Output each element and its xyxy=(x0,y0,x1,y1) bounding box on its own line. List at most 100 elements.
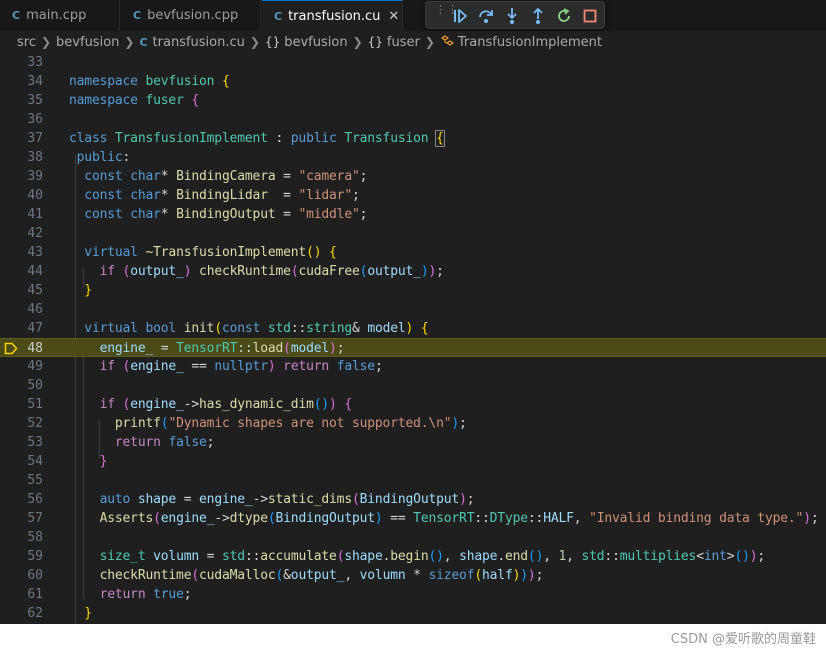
code-line[interactable]: 45 } xyxy=(0,281,826,300)
code-line[interactable]: 60 checkRuntime(cudaMalloc(&output_, vol… xyxy=(0,566,826,585)
code-token: { xyxy=(420,321,429,336)
code-line[interactable]: 51 if (engine_->has_dynamic_dim()) { xyxy=(0,395,826,414)
code-token: ; xyxy=(206,435,215,450)
breadcrumb-item-namespace-fuser[interactable]: fuser xyxy=(387,35,420,50)
step-into-icon[interactable] xyxy=(502,6,522,26)
code-line[interactable]: 39 const char* BindingCamera = "camera"; xyxy=(0,167,826,186)
code-line[interactable]: 57 Asserts(engine_->dtype(BindingOutput)… xyxy=(0,509,826,528)
namespace-icon: {} xyxy=(367,35,383,49)
code-line[interactable]: 40 const char* BindingLidar = "lidar"; xyxy=(0,186,826,205)
tab-bevfusion-cpp[interactable]: C bevfusion.cpp xyxy=(121,0,261,31)
code-token: ; xyxy=(351,188,360,203)
code-token: int xyxy=(703,549,727,564)
code-line[interactable]: 62 } xyxy=(0,604,826,623)
code-token: , xyxy=(443,549,460,564)
code-line[interactable]: 34 namespace bevfusion { xyxy=(0,72,826,91)
code-line[interactable]: 33 xyxy=(0,53,826,72)
code-token: auto xyxy=(99,492,131,507)
code-line[interactable]: 42 xyxy=(0,224,826,243)
tab-transfusion-cu[interactable]: C transfusion.cu ✕ xyxy=(262,0,403,31)
code-token: ( xyxy=(214,321,222,336)
code-line[interactable]: 50 xyxy=(0,376,826,395)
continue-icon[interactable] xyxy=(450,6,470,26)
code-token: ) xyxy=(420,264,429,279)
code-token: ; xyxy=(436,264,444,279)
breadcrumb-item-src[interactable]: src xyxy=(17,35,36,50)
code-line[interactable]: 37 class TransfusionImplement : public Tr… xyxy=(0,129,826,148)
code-token: ; xyxy=(459,416,467,431)
code-token: bool xyxy=(145,321,177,336)
breadcrumb-item-class[interactable]: TransfusionImplement xyxy=(458,35,602,50)
tab-main-cpp[interactable]: C main.cpp xyxy=(0,0,120,31)
editor-tab-bar: C main.cpp C bevfusion.cpp C transfusion… xyxy=(0,0,826,31)
code-line[interactable]: 43 virtual ~TransfusionImplement() { xyxy=(0,243,826,262)
code-token: ) xyxy=(428,264,437,279)
code-editor[interactable]: 33 34 namespace bevfusion {35 namespace fus… xyxy=(0,53,826,624)
close-icon[interactable]: ✕ xyxy=(388,9,399,24)
code-line[interactable]: 38 public: xyxy=(0,148,826,167)
code-line[interactable]: 35 namespace fuser { xyxy=(0,91,826,110)
code-line[interactable]: 54 } xyxy=(0,452,826,471)
code-token: TransfusionImplement xyxy=(114,131,268,146)
code-line[interactable]: 59 size_t volumn = std::accumulate(shape… xyxy=(0,547,826,566)
code-token: { xyxy=(329,245,337,260)
code-line[interactable]: 46 xyxy=(0,300,826,319)
code-token: = xyxy=(199,549,222,564)
code-token: -> xyxy=(183,397,200,412)
code-text: checkRuntime(cudaMalloc(&output_, volumn… xyxy=(69,566,544,585)
code-line[interactable]: 44 if (output_) checkRuntime(cudaFree(ou… xyxy=(0,262,826,281)
breadcrumb-item-file[interactable]: transfusion.cu xyxy=(153,35,245,50)
code-token: ) xyxy=(329,397,337,412)
code-line[interactable]: 55 xyxy=(0,471,826,490)
code-line[interactable]: 36 xyxy=(0,110,826,129)
c-icon: C xyxy=(274,9,283,23)
code-token: :: xyxy=(237,341,253,356)
code-token: engine_ xyxy=(130,397,184,412)
namespace-icon: {} xyxy=(264,35,281,49)
line-number: 40 xyxy=(27,188,43,203)
code-line[interactable]: 53 return false; xyxy=(0,433,826,452)
tab-label: bevfusion.cpp xyxy=(147,8,239,23)
code-token: :: xyxy=(474,511,490,526)
code-line[interactable]: 58 xyxy=(0,528,826,547)
code-token: nullptr xyxy=(214,359,268,374)
code-text: virtual ~TransfusionImplement() { xyxy=(69,243,337,262)
breadcrumb-item-bevfusion[interactable]: bevfusion xyxy=(56,35,119,50)
code-token: -> xyxy=(214,511,230,526)
code-token: return xyxy=(99,587,146,602)
restart-icon[interactable] xyxy=(554,6,574,26)
code-token: size_t xyxy=(99,549,146,564)
line-number: 38 xyxy=(27,150,43,165)
code-line[interactable]: 61 return true; xyxy=(0,585,826,604)
code-token: static_dims xyxy=(267,492,352,507)
code-line[interactable]: 56 auto shape = engine_->static_dims(Bin… xyxy=(0,490,826,509)
line-number: 48 xyxy=(27,341,43,356)
line-number: 52 xyxy=(27,416,43,431)
code-token: HALF xyxy=(543,511,574,526)
code-text: if (output_) checkRuntime(cudaFree(outpu… xyxy=(69,262,444,281)
step-over-icon[interactable] xyxy=(476,6,496,26)
code-token: dtype xyxy=(229,511,268,526)
code-token: volumn xyxy=(153,549,200,564)
step-out-icon[interactable] xyxy=(528,6,548,26)
stop-icon[interactable] xyxy=(580,6,600,26)
code-line[interactable]: 52 printf("Dynamic shapes are not suppor… xyxy=(0,414,826,433)
code-line[interactable]: 48 engine_ = TensorRT::load(model); xyxy=(0,338,826,357)
code-token: printf xyxy=(114,416,161,431)
line-number: 61 xyxy=(27,587,43,602)
code-line[interactable]: 41 const char* BindingOutput = "middle"; xyxy=(0,205,826,224)
line-number: 41 xyxy=(27,207,43,222)
tab-label: transfusion.cu xyxy=(288,8,381,24)
code-line[interactable]: 49 if (engine_ == nullptr) return false; xyxy=(0,357,826,376)
breadcrumb-item-namespace-bevfusion[interactable]: bevfusion xyxy=(284,35,347,50)
code-token: false xyxy=(336,359,375,374)
code-token: ; xyxy=(359,169,368,184)
code-text: return false; xyxy=(69,433,215,452)
code-token: * xyxy=(405,568,429,583)
code-line[interactable]: 47 virtual bool init(const std::string& … xyxy=(0,319,826,338)
